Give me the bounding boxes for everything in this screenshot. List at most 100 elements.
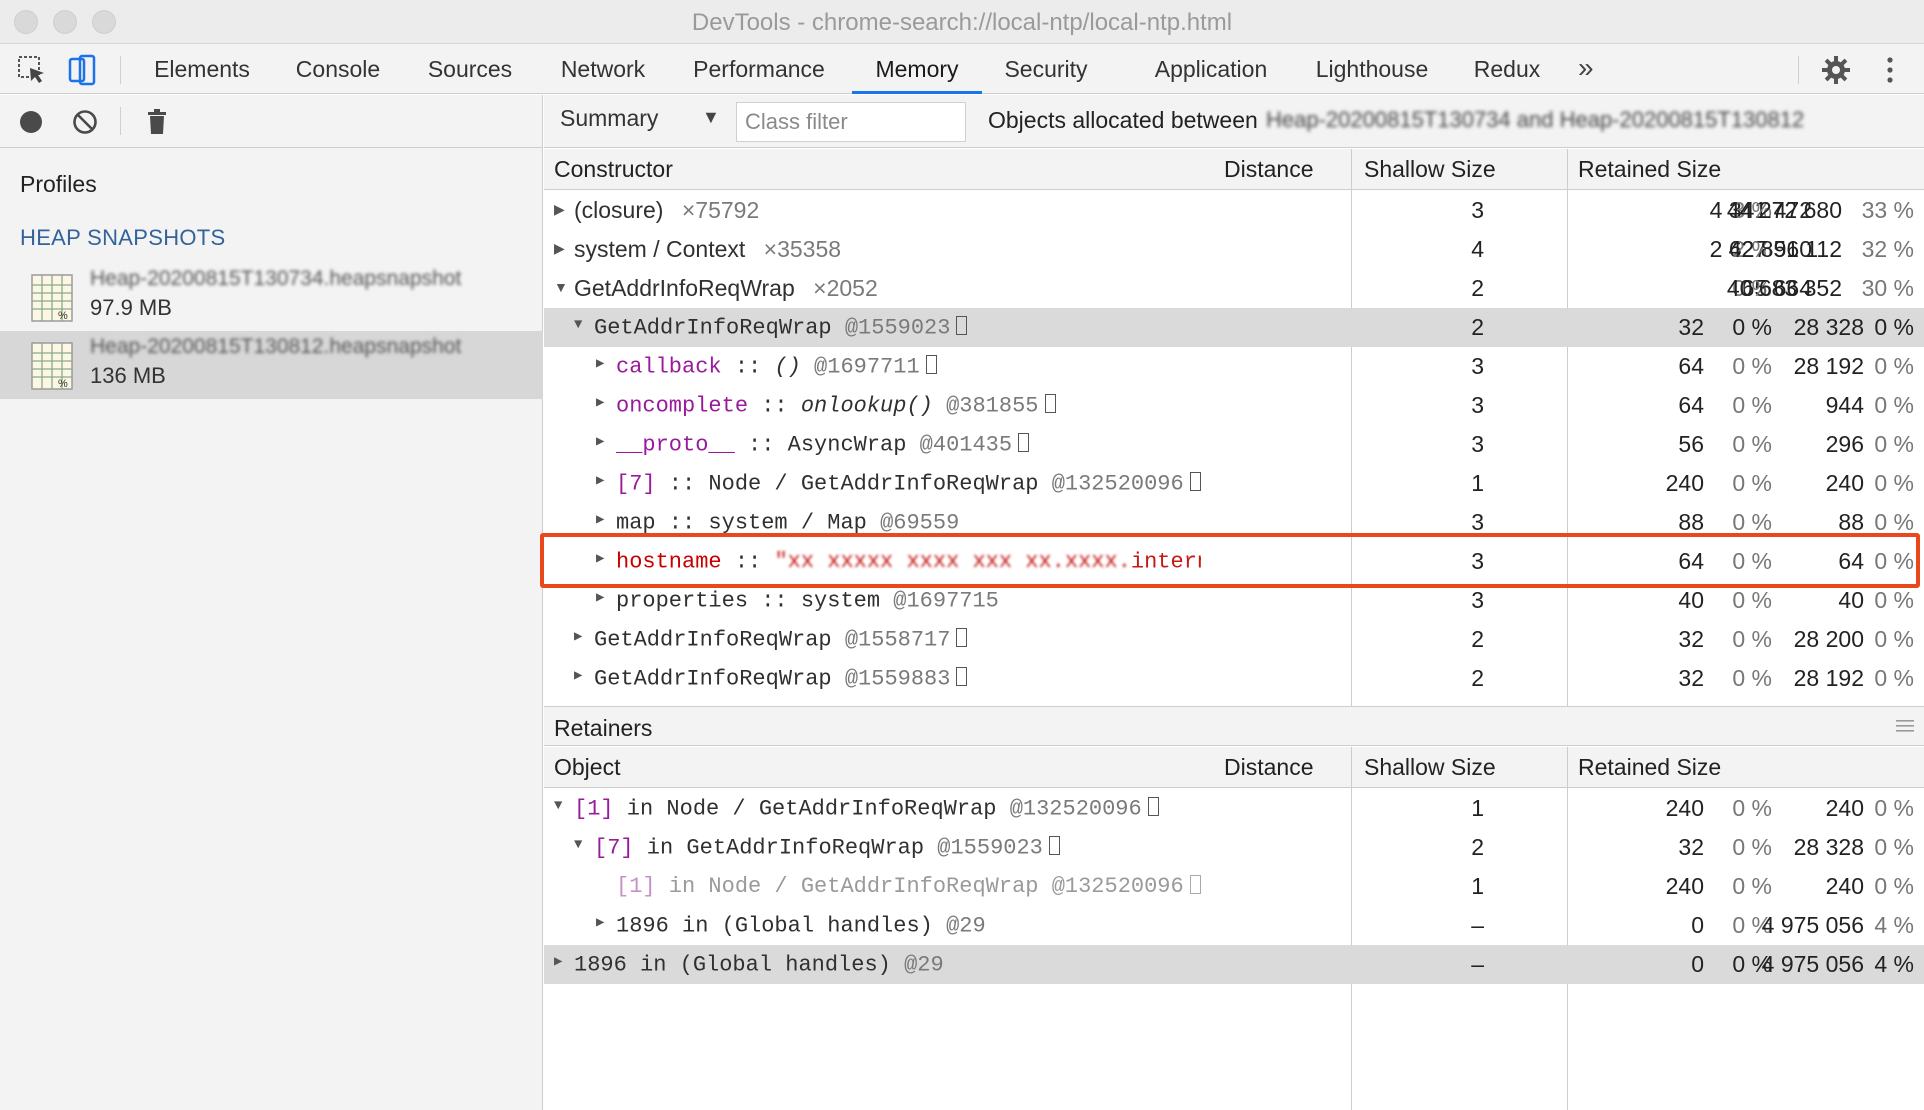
retainer-row-selected[interactable]: ▶ 1896 in (Global handles) @29 – 0 0 % 4 … <box>544 945 1924 984</box>
constructor-grid-header: Constructor Distance Shallow Size Retain… <box>544 149 1924 190</box>
column-object[interactable]: Object <box>544 747 620 788</box>
retainer-row[interactable]: ▼ [7] in GetAddrInfoReqWrap @1559023 2 32… <box>544 828 1924 867</box>
table-row[interactable]: ▶ (closure) ×75792 3 4 341 472 3 % 44 272… <box>544 191 1924 230</box>
retained-size-value: 44 272 680 <box>1726 197 1842 223</box>
retained-size-percent: 0 % <box>1874 509 1914 535</box>
retained-size-value: 64 <box>1838 548 1864 574</box>
window-title: DevTools - chrome-search://local-ntp/loc… <box>691 9 1233 36</box>
retained-size-value: 42 851 112 <box>1728 236 1842 262</box>
table-row-hostname[interactable]: ▶ hostname :: "xx xxxxx xxxx xxx xx.xxxx.… <box>544 542 1924 581</box>
retained-size-percent: 4 % <box>1874 951 1914 977</box>
collect-garbage-trash-icon[interactable] <box>142 107 172 137</box>
retained-size-percent: 32 % <box>1861 236 1914 262</box>
view-select[interactable]: Summary <box>560 105 658 132</box>
settings-gear-icon[interactable] <box>1820 54 1852 86</box>
table-row[interactable]: ▶ [7] :: Node / GetAddrInfoReqWrap @13252… <box>544 464 1924 503</box>
column-shallow-size[interactable]: Shallow Size <box>1354 149 1496 190</box>
retained-size-value: 28 192 <box>1793 353 1864 379</box>
retained-size-percent: 0 % <box>1874 431 1914 457</box>
svg-text:%: % <box>58 378 68 390</box>
retainer-row[interactable]: ▶ 1896 in (Global handles) @29 – 0 0 % 4 … <box>544 906 1924 945</box>
kebab-menu-icon[interactable] <box>1874 54 1906 86</box>
more-tabs-button[interactable]: » <box>1578 44 1594 94</box>
retained-size-percent: 0 % <box>1874 665 1914 691</box>
heap-snapshot-icon: % <box>31 274 73 322</box>
inspect-element-icon[interactable] <box>16 54 48 86</box>
tab-sources[interactable]: Sources <box>420 44 520 94</box>
retained-size-percent: 4 % <box>1874 912 1914 938</box>
table-row[interactable]: ▶ callback :: () @1697711 3 64 0 % 28 192… <box>544 347 1924 386</box>
retained-size-value: 4 975 056 <box>1761 912 1864 938</box>
column-distance[interactable]: Distance <box>1214 149 1313 190</box>
retained-size-value: 28 328 <box>1793 834 1864 860</box>
column-constructor[interactable]: Constructor <box>544 149 673 190</box>
table-row[interactable]: ▶ GetAddrInfoReqWrap @1559883 2 32 0 % 28… <box>544 659 1924 698</box>
heap-view-toolbar: Summary ▼ Objects allocated between Heap… <box>544 95 1924 148</box>
retained-size-percent: 33 % <box>1861 197 1914 223</box>
retained-size-percent: 30 % <box>1861 275 1914 301</box>
tab-console[interactable]: Console <box>288 44 388 94</box>
retainers-title: Retainers <box>554 715 653 741</box>
retained-size-value: 40 683 352 <box>1726 275 1842 301</box>
retained-size-percent: 0 % <box>1874 314 1914 340</box>
table-row[interactable]: ▶ system / Context ×35358 4 2 627 960 2 %… <box>544 230 1924 269</box>
drag-handle-icon[interactable] <box>1896 720 1914 732</box>
retained-size-value: 40 <box>1838 587 1864 613</box>
tab-performance[interactable]: Performance <box>686 44 832 94</box>
snapshot-name: Heap-20200815T130734.heapsnapshot <box>90 267 462 290</box>
chevron-down-icon[interactable]: ▼ <box>702 107 720 128</box>
tab-security[interactable]: Security <box>998 44 1094 94</box>
tab-memory[interactable]: Memory <box>852 44 982 94</box>
device-toolbar-icon[interactable] <box>66 54 98 86</box>
table-row[interactable]: ▼ GetAddrInfoReqWrap ×2052 2 65 664 0 % 4… <box>544 269 1924 308</box>
retained-size-value: 296 <box>1825 431 1864 457</box>
tab-elements[interactable]: Elements <box>146 44 258 94</box>
tab-redux[interactable]: Redux <box>1466 44 1548 94</box>
retained-size-value: 28 328 <box>1793 314 1864 340</box>
table-row[interactable]: ▶ __proto__ :: AsyncWrap @401435 3 56 0 %… <box>544 425 1924 464</box>
table-row-selected[interactable]: ▼ GetAddrInfoReqWrap @1559023 2 32 0 % 28… <box>544 308 1924 347</box>
svg-text:%: % <box>58 310 68 322</box>
devtools-tabbar: Elements Console Sources Network Perform… <box>0 44 1924 94</box>
window-titlebar: DevTools - chrome-search://local-ntp/loc… <box>0 0 1924 44</box>
column-retained-size[interactable]: Retained Size <box>1568 149 1721 190</box>
snapshot-item-selected[interactable]: % Heap-20200815T130812.heapsnapshot 136 … <box>0 331 543 399</box>
clear-all-icon[interactable] <box>70 107 100 137</box>
retained-size-value: 4 975 056 <box>1761 951 1864 977</box>
retained-size-percent: 0 % <box>1874 470 1914 496</box>
table-row[interactable]: ▶ map :: system / Map @69559 3 88 0 % 88 … <box>544 503 1924 542</box>
retained-size-percent: 0 % <box>1874 587 1914 613</box>
table-row[interactable]: ▶ oncomplete :: onlookup() @381855 3 64 0… <box>544 386 1924 425</box>
retained-size-value: 28 192 <box>1793 665 1864 691</box>
retainer-row-cycle[interactable]: [1] in Node / GetAddrInfoReqWrap @132520… <box>544 867 1924 906</box>
retained-size-value: 944 <box>1825 392 1864 418</box>
retained-size-percent: 0 % <box>1874 626 1914 652</box>
tab-lighthouse[interactable]: Lighthouse <box>1310 44 1434 94</box>
retained-size-percent: 0 % <box>1874 873 1914 899</box>
table-row[interactable]: ▶ properties :: system @1697715 3 40 0 % … <box>544 581 1924 620</box>
table-row[interactable]: ▶ GetAddrInfoReqWrap @1558717 2 32 0 % 28… <box>544 620 1924 659</box>
snapshot-name: Heap-20200815T130812.heapsnapshot <box>90 335 462 358</box>
snapshot-item[interactable]: % Heap-20200815T130734.heapsnapshot 97.9… <box>0 263 543 331</box>
retained-size-value: 240 <box>1825 795 1864 821</box>
tab-network[interactable]: Network <box>552 44 654 94</box>
snapshot-size: 136 MB <box>90 363 166 388</box>
objects-allocated-label: Objects allocated between <box>988 107 1258 133</box>
objects-allocated-range-select[interactable]: Heap-20200815T130734 and Heap-20200815T1… <box>1266 107 1916 133</box>
column-shallow-size[interactable]: Shallow Size <box>1354 747 1496 788</box>
column-retained-size[interactable]: Retained Size <box>1568 747 1721 788</box>
class-filter-input[interactable] <box>736 102 966 142</box>
retained-size-percent: 0 % <box>1874 834 1914 860</box>
column-distance[interactable]: Distance <box>1214 747 1313 788</box>
retained-size-percent: 0 % <box>1874 548 1914 574</box>
retained-size-percent: 0 % <box>1874 353 1914 379</box>
profiles-heading: Profiles <box>20 171 97 197</box>
retained-size-value: 88 <box>1838 509 1864 535</box>
snapshot-size: 97.9 MB <box>90 295 172 320</box>
record-icon[interactable] <box>16 107 46 137</box>
constructor-grid: Constructor Distance Shallow Size Retain… <box>544 149 1924 706</box>
retained-size-value: 240 <box>1825 873 1864 899</box>
retainer-row[interactable]: ▼ [1] in Node / GetAddrInfoReqWrap @13252… <box>544 789 1924 828</box>
retained-size-percent: 0 % <box>1874 392 1914 418</box>
tab-application[interactable]: Application <box>1144 44 1278 94</box>
